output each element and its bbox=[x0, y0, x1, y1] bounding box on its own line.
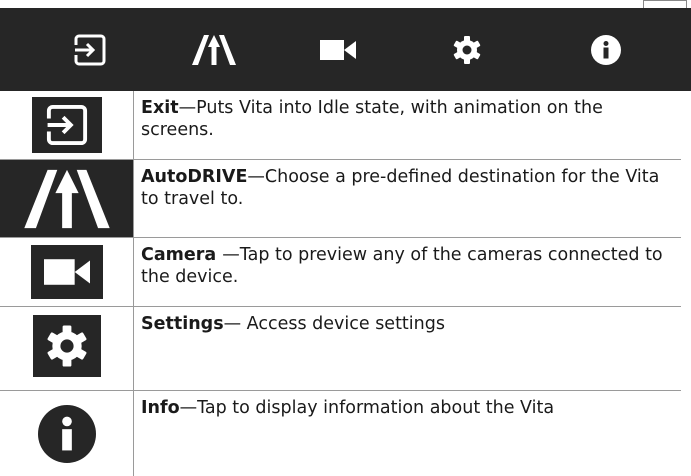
row-title: Exit bbox=[141, 98, 179, 118]
exit-icon bbox=[31, 97, 102, 153]
row-desc: — Access device settings bbox=[223, 314, 445, 334]
row-title: Settings bbox=[141, 314, 224, 334]
info-button[interactable] bbox=[571, 8, 641, 91]
row-title: Info bbox=[141, 398, 180, 418]
row-desc: —Puts Vita into Idle state, with animati… bbox=[141, 98, 603, 140]
table-row: AutoDRIVE—Choose a pre-defined destinati… bbox=[0, 160, 681, 237]
camera-icon bbox=[320, 39, 356, 60]
settings-button[interactable] bbox=[432, 8, 502, 91]
icon-cell bbox=[0, 238, 134, 306]
icon-cell bbox=[0, 391, 134, 476]
row-description: Settings— Access device settings bbox=[141, 313, 676, 335]
row-desc: —Tap to display information about the Vi… bbox=[179, 398, 555, 418]
table-row: Settings— Access device settings bbox=[0, 307, 681, 390]
top-strip bbox=[0, 0, 691, 8]
row-description: AutoDRIVE—Choose a pre-defined destinati… bbox=[141, 166, 676, 210]
row-description: Exit—Puts Vita into Idle state, with ani… bbox=[141, 97, 676, 141]
gear-icon bbox=[32, 315, 101, 377]
row-title: Camera bbox=[141, 245, 223, 265]
autodrive-button[interactable] bbox=[179, 8, 249, 91]
gear-icon bbox=[453, 35, 481, 64]
exit-icon bbox=[73, 34, 106, 65]
table-row: Exit—Puts Vita into Idle state, with ani… bbox=[0, 91, 681, 159]
page-tab bbox=[643, 0, 687, 8]
icon-cell bbox=[0, 91, 134, 159]
table-row: Camera —Tap to preview any of the camera… bbox=[0, 238, 681, 306]
table-row: Info—Tap to display information about th… bbox=[0, 391, 681, 476]
row-title: AutoDRIVE bbox=[141, 167, 248, 187]
icon-cell bbox=[0, 160, 134, 237]
road-icon bbox=[192, 34, 236, 65]
road-icon bbox=[0, 160, 133, 237]
icon-cell bbox=[0, 307, 134, 390]
toolbar bbox=[0, 8, 691, 91]
info-icon bbox=[37, 404, 97, 463]
row-description: Info—Tap to display information about th… bbox=[141, 397, 676, 419]
info-icon bbox=[591, 34, 621, 65]
row-description: Camera —Tap to preview any of the camera… bbox=[141, 244, 676, 288]
exit-button[interactable] bbox=[55, 8, 125, 91]
camera-icon bbox=[30, 245, 103, 299]
camera-button[interactable] bbox=[303, 8, 373, 91]
